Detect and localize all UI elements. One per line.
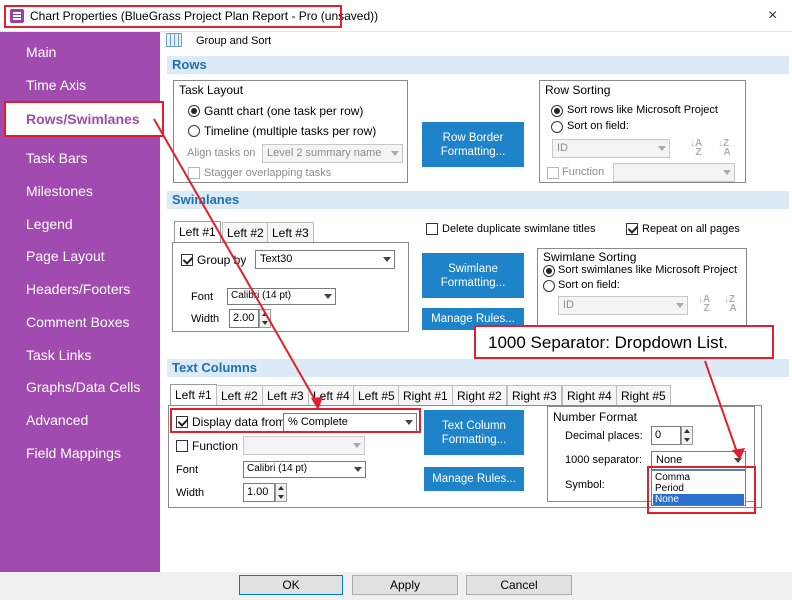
arrowhead-icon — [311, 397, 323, 410]
apply-button[interactable]: Apply — [352, 575, 458, 595]
annotation-arrows — [153, 118, 745, 460]
ok-button[interactable]: OK — [239, 575, 343, 595]
arrowhead-icon — [732, 448, 745, 460]
arrow-line — [704, 360, 739, 456]
arrow-line — [153, 118, 319, 406]
cancel-button[interactable]: Cancel — [466, 575, 572, 595]
